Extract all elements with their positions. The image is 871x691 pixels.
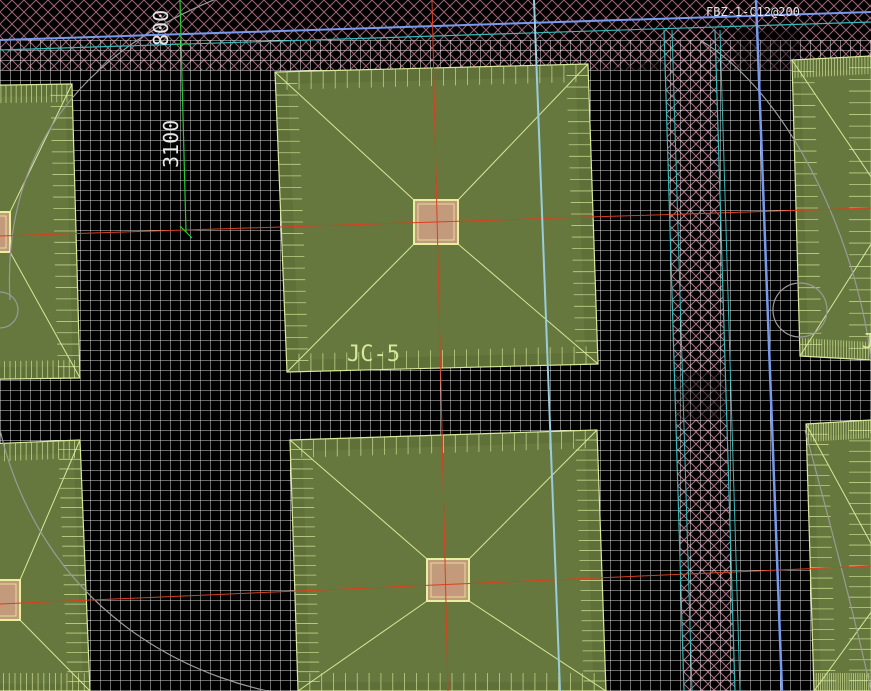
footing-label[interactable]: JC-5 [347, 342, 400, 367]
footing-label-partial: J [862, 329, 871, 353]
rebar-note-text[interactable]: FBZ-1-C12@200 [706, 5, 800, 19]
dimension-vertical-text: 3100 [159, 120, 183, 168]
footing-left-bottom[interactable] [0, 439, 91, 691]
dimension-top-text: 800 [149, 10, 173, 46]
footing-left-bottom-column[interactable] [0, 579, 21, 621]
footing-left-top-column[interactable] [0, 211, 11, 253]
footing-bottom-mid-column[interactable] [426, 558, 470, 602]
cad-canvas[interactable]: 800 3100 JC-5 FBZ-1-C12@200 J [0, 0, 871, 691]
cad-viewport[interactable]: 800 3100 JC-5 FBZ-1-C12@200 J [0, 0, 871, 691]
footing-left-top[interactable] [0, 83, 81, 380]
